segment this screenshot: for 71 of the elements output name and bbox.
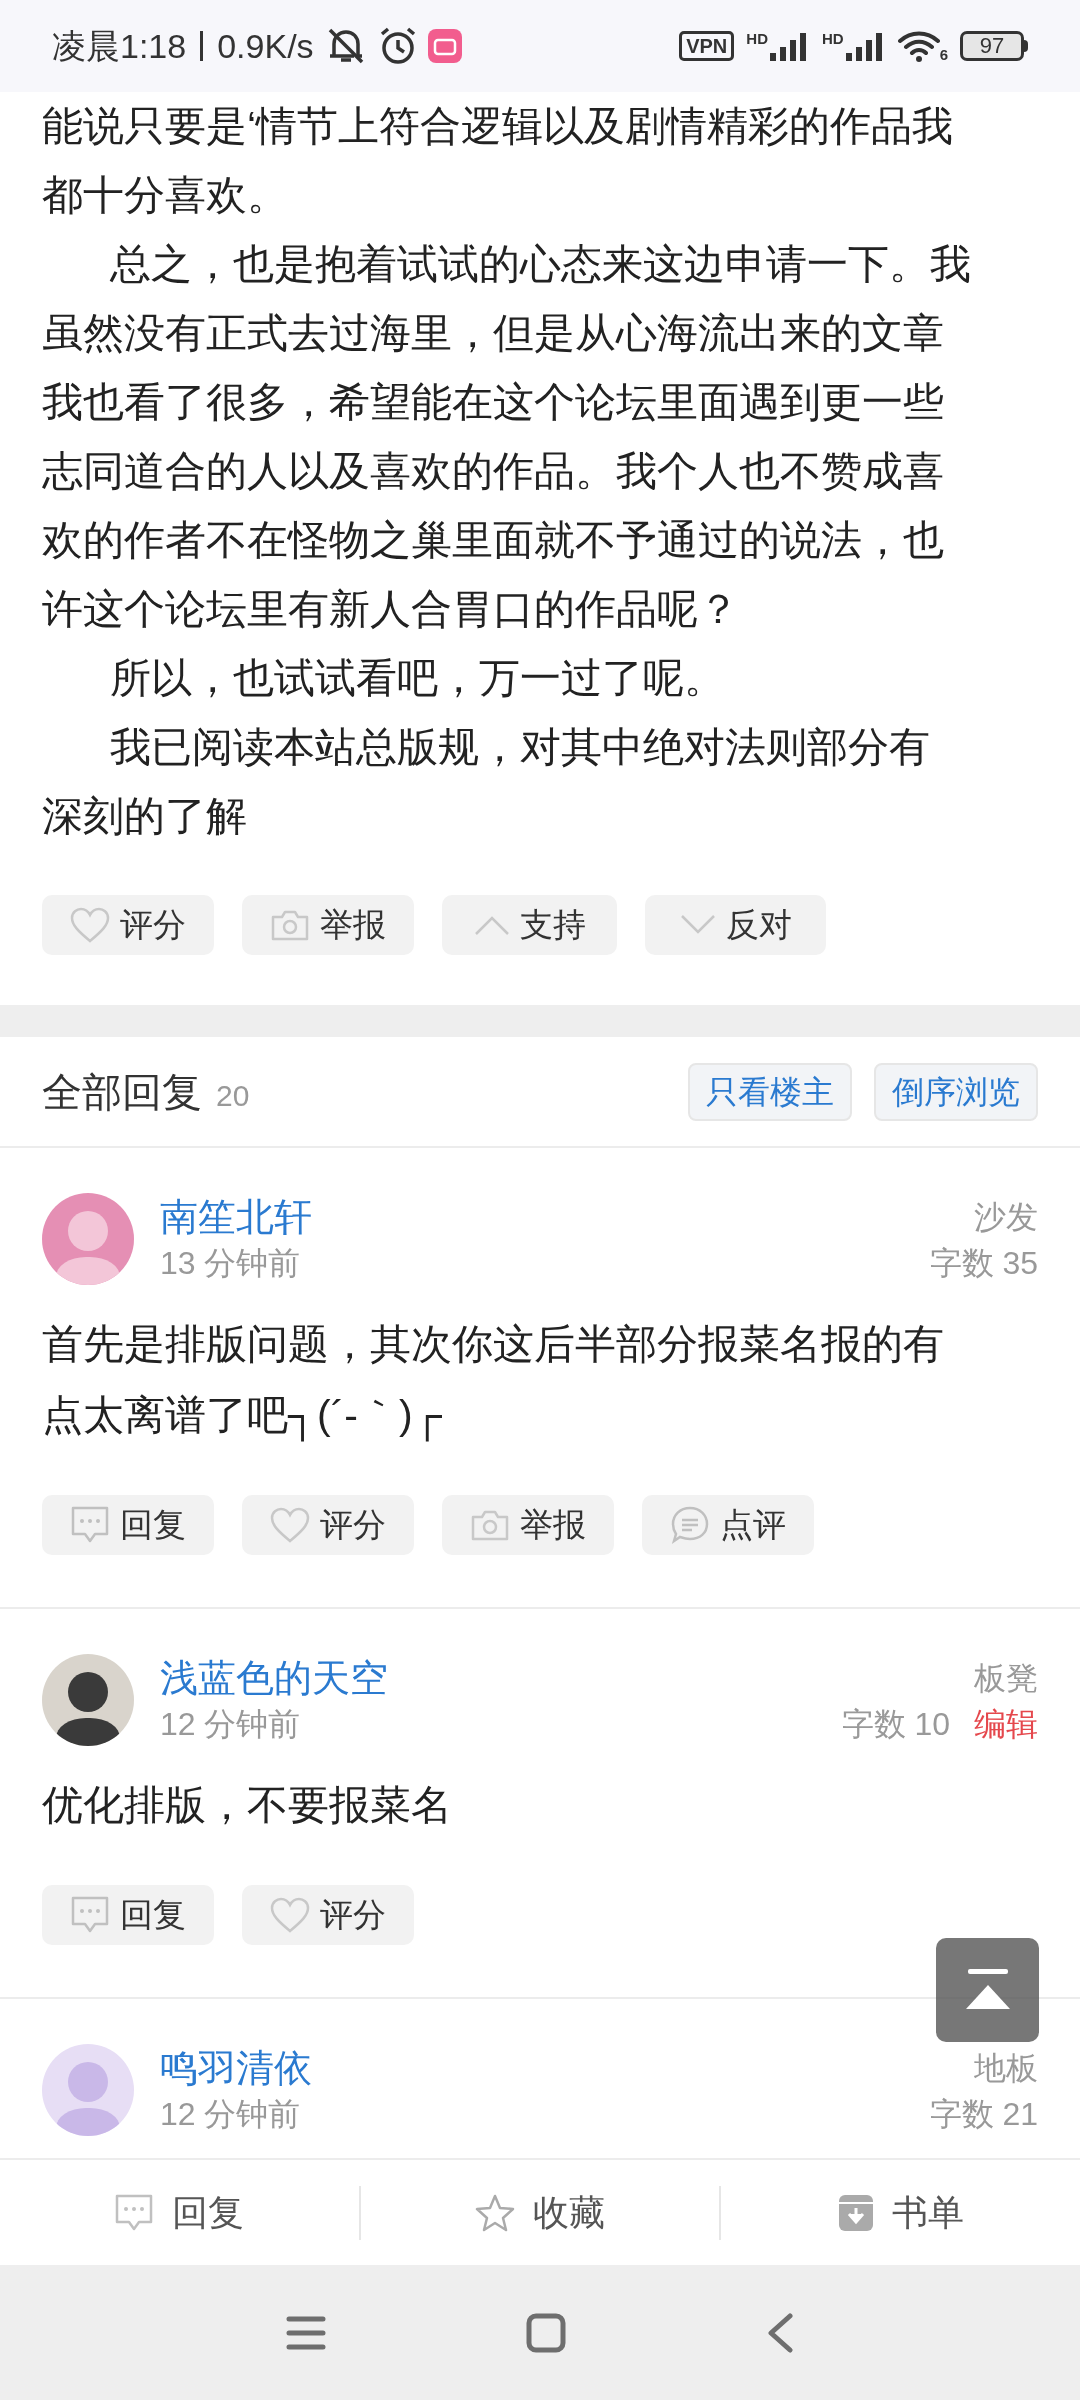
filter-button[interactable]: 只看楼主	[688, 1062, 852, 1121]
word-count: 字数 21	[929, 2095, 1038, 2134]
action-button[interactable]: 评分	[242, 1495, 414, 1555]
post-text-line: 我已阅读本站总版规，对其中绝对法则部分有	[109, 723, 931, 772]
wifi-label: 6	[939, 47, 948, 62]
bottom-bar-button[interactable]: 收藏	[360, 2160, 720, 2265]
heart-icon	[270, 1507, 310, 1543]
battery-level: 97	[960, 31, 1024, 61]
post-text-line: 许这个论坛里有新人合胃口的作品呢？	[42, 585, 740, 634]
post-text-line: 能说只要是‘情节上符合逻辑以及剧情精彩的作品我	[42, 102, 955, 151]
hd-label: HD	[746, 31, 768, 46]
bottom-bar-button[interactable]: 回复	[0, 2160, 359, 2265]
filter-button[interactable]: 倒序浏览	[874, 1062, 1038, 1121]
floor-label: 板凳	[974, 1659, 1038, 1698]
chevron-up-icon	[473, 914, 510, 936]
star-icon	[475, 2192, 515, 2233]
post-text-line: 都十分喜欢。	[42, 171, 289, 220]
post-text-line: 总之，也是抱着试试的心态来这边申请一下。我	[109, 240, 972, 289]
action-button[interactable]: 举报	[242, 895, 414, 955]
wifi-icon	[897, 30, 940, 62]
action-button[interactable]: 回复	[42, 1495, 214, 1555]
section-title: 全部回复	[42, 1068, 202, 1116]
word-count: 字数 10	[841, 1705, 950, 1744]
post-time: 13 分钟前	[160, 1244, 302, 1283]
post-text-line: 我也看了很多，希望能在这个论坛里面遇到更一些	[42, 378, 945, 427]
action-button[interactable]: 评分	[42, 895, 214, 955]
download-box-icon	[837, 2193, 874, 2232]
status-time: 凌晨1:18	[52, 25, 187, 67]
floor-label: 沙发	[974, 1198, 1038, 1237]
hd-label: HD	[822, 31, 844, 46]
vpn-badge: VPN	[679, 31, 735, 61]
author-name[interactable]: 南笙北轩	[160, 1193, 930, 1241]
author-name[interactable]: 浅蓝色的天空	[160, 1654, 842, 1702]
bottom-bar-button[interactable]: 书单	[721, 2160, 1080, 2265]
action-button[interactable]: 举报	[442, 1495, 614, 1555]
post-time: 12 分钟前	[160, 2095, 302, 2134]
app-icon	[427, 29, 462, 63]
action-button[interactable]: 评分	[242, 1885, 414, 1945]
chat-bubble-icon	[70, 1505, 110, 1545]
post-text-line: 志同道合的人以及喜欢的作品。我个人也不赞成喜	[42, 447, 945, 496]
action-button[interactable]: 点评	[642, 1495, 814, 1555]
reply-count: 20	[216, 1077, 250, 1114]
post-text-line: 欢的作者不在怪物之巢里面就不予通过的说法，也	[42, 516, 945, 565]
camera-icon	[470, 1509, 510, 1541]
post-text-line: 深刻的了解	[42, 792, 248, 841]
heart-icon	[70, 907, 110, 943]
reply-text-line: 优化排版，不要报菜名	[42, 1781, 453, 1830]
edit-link[interactable]: 编辑	[974, 1702, 1038, 1746]
action-button[interactable]: 回复	[42, 1885, 214, 1945]
post-time: 12 分钟前	[160, 1705, 302, 1744]
post-text-line: 虽然没有正式去过海里，但是从心海流出来的文章	[42, 309, 945, 358]
reply-text-line: 点太离谱了吧┐(´-｀)┌	[42, 1380, 1038, 1451]
heart-icon	[270, 1897, 310, 1933]
menu-icon[interactable]	[286, 2314, 326, 2351]
network-speed: 0.9K/s	[217, 25, 314, 67]
floor-label: 地板	[974, 2049, 1038, 2088]
home-icon[interactable]	[526, 2312, 566, 2353]
post-text-line: 所以，也试试看吧，万一过了呢。	[109, 654, 726, 703]
chevron-down-icon	[679, 914, 716, 936]
action-button[interactable]: 支持	[442, 895, 617, 955]
author-name[interactable]: 鸣羽清依	[160, 2044, 930, 2092]
back-to-top-icon	[963, 1969, 1012, 2011]
reply-text-line: 首先是排版问题，其次你这后半部分报菜名报的有	[42, 1320, 945, 1369]
action-button[interactable]: 反对	[645, 895, 826, 955]
back-icon[interactable]	[766, 2312, 794, 2353]
comment-icon	[670, 1505, 710, 1545]
word-count: 字数 35	[929, 1244, 1038, 1283]
chat-bubble-icon	[114, 2192, 155, 2233]
chat-bubble-icon	[70, 1895, 110, 1935]
camera-icon	[270, 909, 310, 941]
back-to-top-button[interactable]	[936, 1938, 1039, 2042]
